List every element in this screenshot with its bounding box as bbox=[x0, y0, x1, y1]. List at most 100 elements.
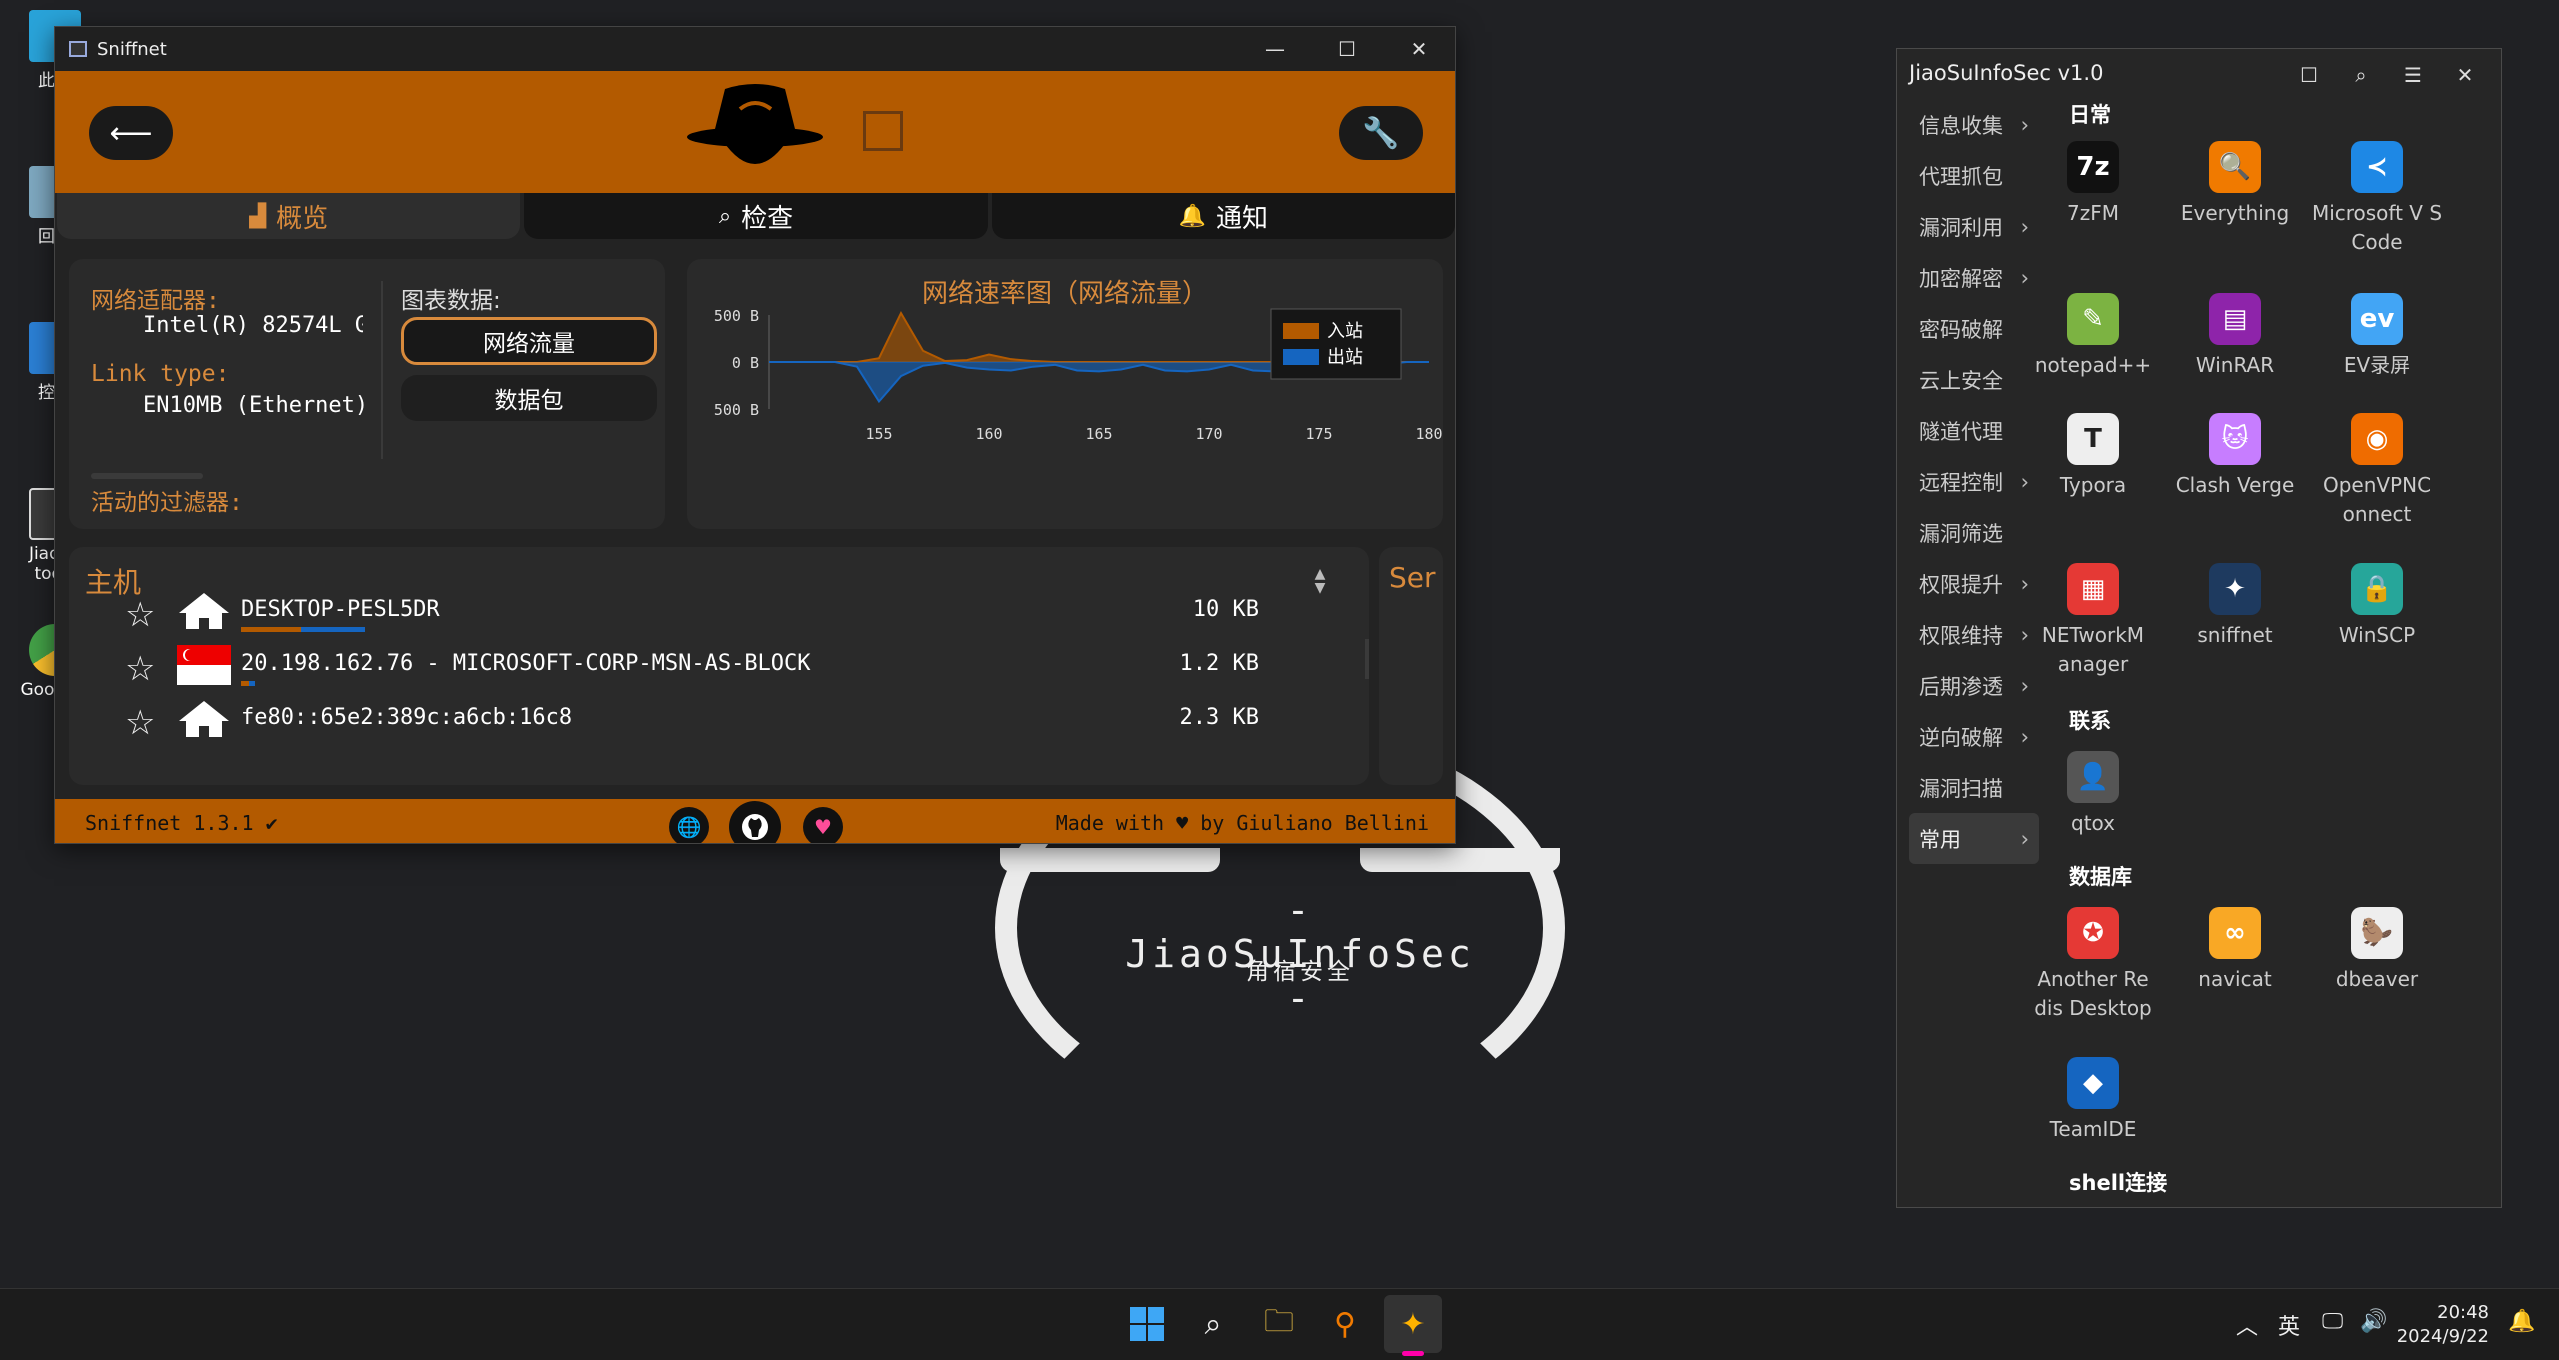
star-icon[interactable]: ☆ bbox=[125, 649, 155, 689]
star-icon[interactable]: ☆ bbox=[125, 703, 155, 743]
app-tile[interactable]: ▦ NETworkM anager bbox=[2025, 563, 2161, 679]
close-button[interactable]: ✕ bbox=[1383, 27, 1455, 71]
github-button[interactable] bbox=[729, 801, 781, 843]
app-tile[interactable]: ◆ TeamIDE bbox=[2025, 1057, 2161, 1144]
nav-item[interactable]: 漏洞扫描 bbox=[1909, 762, 2039, 813]
footer: Sniffnet 1.3.1 ✔ 🌐 ♥ Made with ♥ by Giul… bbox=[55, 799, 1455, 843]
horizontal-scrollbar[interactable] bbox=[91, 473, 203, 479]
close-button[interactable]: ✕ bbox=[2439, 59, 2491, 91]
menu-button[interactable]: ☰ bbox=[2387, 59, 2439, 91]
app-icon: 🔍 bbox=[2209, 141, 2261, 193]
search-icon[interactable]: ⌕ bbox=[1192, 1303, 1234, 1345]
nav-item[interactable]: 代理抓包 bbox=[1909, 150, 2039, 201]
host-row[interactable]: ☆ DESKTOP-PESL5DR 10 KB bbox=[69, 585, 1369, 639]
host-row[interactable]: ☆ 20.198.162.76 - MICROSOFT-CORP-MSN-AS-… bbox=[69, 639, 1369, 693]
nav-item[interactable]: 权限维持 › bbox=[1909, 609, 2039, 660]
app-tile[interactable]: 🔒 WinSCP bbox=[2309, 563, 2445, 650]
nav-item[interactable]: 密码破解 bbox=[1909, 303, 2039, 354]
app-tile[interactable]: 🐱 Clash Verge bbox=[2167, 413, 2303, 500]
window-mode-button[interactable]: ☐ bbox=[2283, 59, 2335, 91]
nav-item[interactable]: 逆向破解 › bbox=[1909, 711, 2039, 762]
adapter-label: 网络适配器: bbox=[91, 288, 220, 314]
launcher-title: JiaoSuInfoSec v1.0 bbox=[1909, 61, 2104, 85]
nav-item[interactable]: 漏洞利用 › bbox=[1909, 201, 2039, 252]
tab-bar: ▟ 概览 ⌕ 检查 🔔 通知 bbox=[55, 193, 1455, 239]
app-tile[interactable]: ∞ navicat bbox=[2167, 907, 2303, 994]
host-name: DESKTOP-PESL5DR bbox=[241, 597, 440, 622]
section-title: 联系 bbox=[2069, 709, 2111, 733]
app-label: Clash Verge bbox=[2175, 473, 2295, 497]
tray-overflow-icon[interactable]: ︿ bbox=[2236, 1309, 2258, 1341]
app-icon: ✎ bbox=[2067, 293, 2119, 345]
chevron-right-icon: › bbox=[2020, 724, 2029, 749]
nav-item[interactable]: 后期渗透 › bbox=[1909, 660, 2039, 711]
app-icon: ◉ bbox=[2351, 413, 2403, 465]
app-tile[interactable]: T Typora bbox=[2025, 413, 2161, 500]
y-tick-label: 500 B bbox=[714, 401, 759, 419]
sniffnet-spy-logo bbox=[687, 84, 823, 164]
file-explorer-icon[interactable]: 🗀 bbox=[1258, 1303, 1300, 1345]
packets-option-button[interactable]: 数据包 bbox=[401, 375, 657, 421]
host-bytes: 10 KB bbox=[1192, 597, 1259, 622]
x-tick-label: 155 bbox=[865, 425, 892, 443]
active-app-indicator bbox=[1402, 1351, 1424, 1356]
traffic-option-button[interactable]: 网络流量 bbox=[401, 317, 657, 365]
app-icon: ev bbox=[2351, 293, 2403, 345]
maximize-button[interactable]: ☐ bbox=[1311, 27, 1383, 71]
network-icon[interactable]: 🖵 bbox=[2322, 1309, 2343, 1334]
windows-start-icon[interactable] bbox=[1126, 1303, 1168, 1345]
services-panel: Ser bbox=[1379, 547, 1443, 785]
nav-item[interactable]: 远程控制 › bbox=[1909, 456, 2039, 507]
chart-data-label: 图表数据: bbox=[401, 288, 501, 314]
minimize-button[interactable]: — bbox=[1239, 27, 1311, 71]
nav-item[interactable]: 漏洞筛选 bbox=[1909, 507, 2039, 558]
legend-swatch bbox=[1283, 323, 1319, 339]
ime-indicator[interactable]: 英 bbox=[2278, 1309, 2300, 1341]
nav-item[interactable]: 信息收集 › bbox=[1909, 99, 2039, 150]
volume-icon[interactable]: 🔊 bbox=[2360, 1309, 2387, 1334]
made-with-label: Made with ♥ by Giuliano Bellini bbox=[1055, 811, 1429, 835]
app-tile[interactable]: ✪ Another Re dis Desktop bbox=[2025, 907, 2161, 1023]
legend-label: 入站 bbox=[1327, 321, 1363, 342]
nav-item[interactable]: 隧道代理 bbox=[1909, 405, 2039, 456]
app-tile[interactable]: ≺ Microsoft V S Code bbox=[2309, 141, 2445, 257]
app-tile[interactable]: 🔍 Everything bbox=[2167, 141, 2303, 228]
back-button[interactable]: ⟵ bbox=[89, 106, 173, 160]
app-tile[interactable]: ✦ sniffnet bbox=[2167, 563, 2303, 650]
nav-item[interactable]: 云上安全 bbox=[1909, 354, 2039, 405]
app-tile[interactable]: ev EV录屏 bbox=[2309, 293, 2445, 380]
nav-item[interactable]: 权限提升 › bbox=[1909, 558, 2039, 609]
nav-item-label: 后期渗透 bbox=[1919, 674, 2003, 699]
version-label: Sniffnet 1.3.1 ✔ bbox=[85, 811, 278, 835]
nav-item[interactable]: 常用 › bbox=[1909, 813, 2039, 864]
sniffnet-icon[interactable]: ✦ bbox=[1392, 1303, 1434, 1345]
app-icon: ◆ bbox=[2067, 1057, 2119, 1109]
nav-item[interactable]: 加密解密 › bbox=[1909, 252, 2039, 303]
singapore-flag-icon bbox=[177, 645, 231, 685]
website-button[interactable]: 🌐 bbox=[669, 807, 709, 843]
host-row[interactable]: ☆ fe80::65e2:389c:a6cb:16c8 2.3 KB bbox=[69, 693, 1369, 747]
tab-overview[interactable]: ▟ 概览 bbox=[57, 193, 521, 239]
sponsor-button[interactable]: ♥ bbox=[803, 807, 843, 843]
clock[interactable]: 20:48 2024/9/22 bbox=[2397, 1301, 2489, 1349]
tab-notifications[interactable]: 🔔 通知 bbox=[991, 193, 1455, 239]
everything-icon[interactable]: ⚲ bbox=[1324, 1303, 1366, 1345]
tab-label: 检查 bbox=[741, 203, 794, 234]
search-button[interactable]: ⌕ bbox=[2335, 59, 2387, 91]
app-tile[interactable]: ✎ notepad++ bbox=[2025, 293, 2161, 380]
tab-inspect[interactable]: ⌕ 检查 bbox=[524, 193, 988, 239]
app-tile[interactable]: ◉ OpenVPNC onnect bbox=[2309, 413, 2445, 529]
wrench-icon: 🔧 bbox=[1362, 115, 1400, 151]
collapse-icon[interactable] bbox=[863, 111, 903, 151]
app-tile[interactable]: ▤ WinRAR bbox=[2167, 293, 2303, 380]
title-bar[interactable]: Sniffnet — ☐ ✕ bbox=[55, 27, 1455, 71]
notification-icon[interactable]: 🔔 bbox=[2508, 1309, 2535, 1334]
star-icon[interactable]: ☆ bbox=[125, 595, 155, 635]
settings-button[interactable]: 🔧 bbox=[1339, 106, 1423, 160]
section-title: shell连接 bbox=[2069, 1171, 2168, 1195]
app-tile[interactable]: 🦫 dbeaver bbox=[2309, 907, 2445, 994]
nav-item-label: 逆向破解 bbox=[1919, 725, 2003, 750]
app-tile[interactable]: 7z 7zFM bbox=[2025, 141, 2161, 228]
app-tile[interactable]: 👤 qtox bbox=[2025, 751, 2161, 838]
app-label: TeamIDE bbox=[2049, 1117, 2137, 1141]
